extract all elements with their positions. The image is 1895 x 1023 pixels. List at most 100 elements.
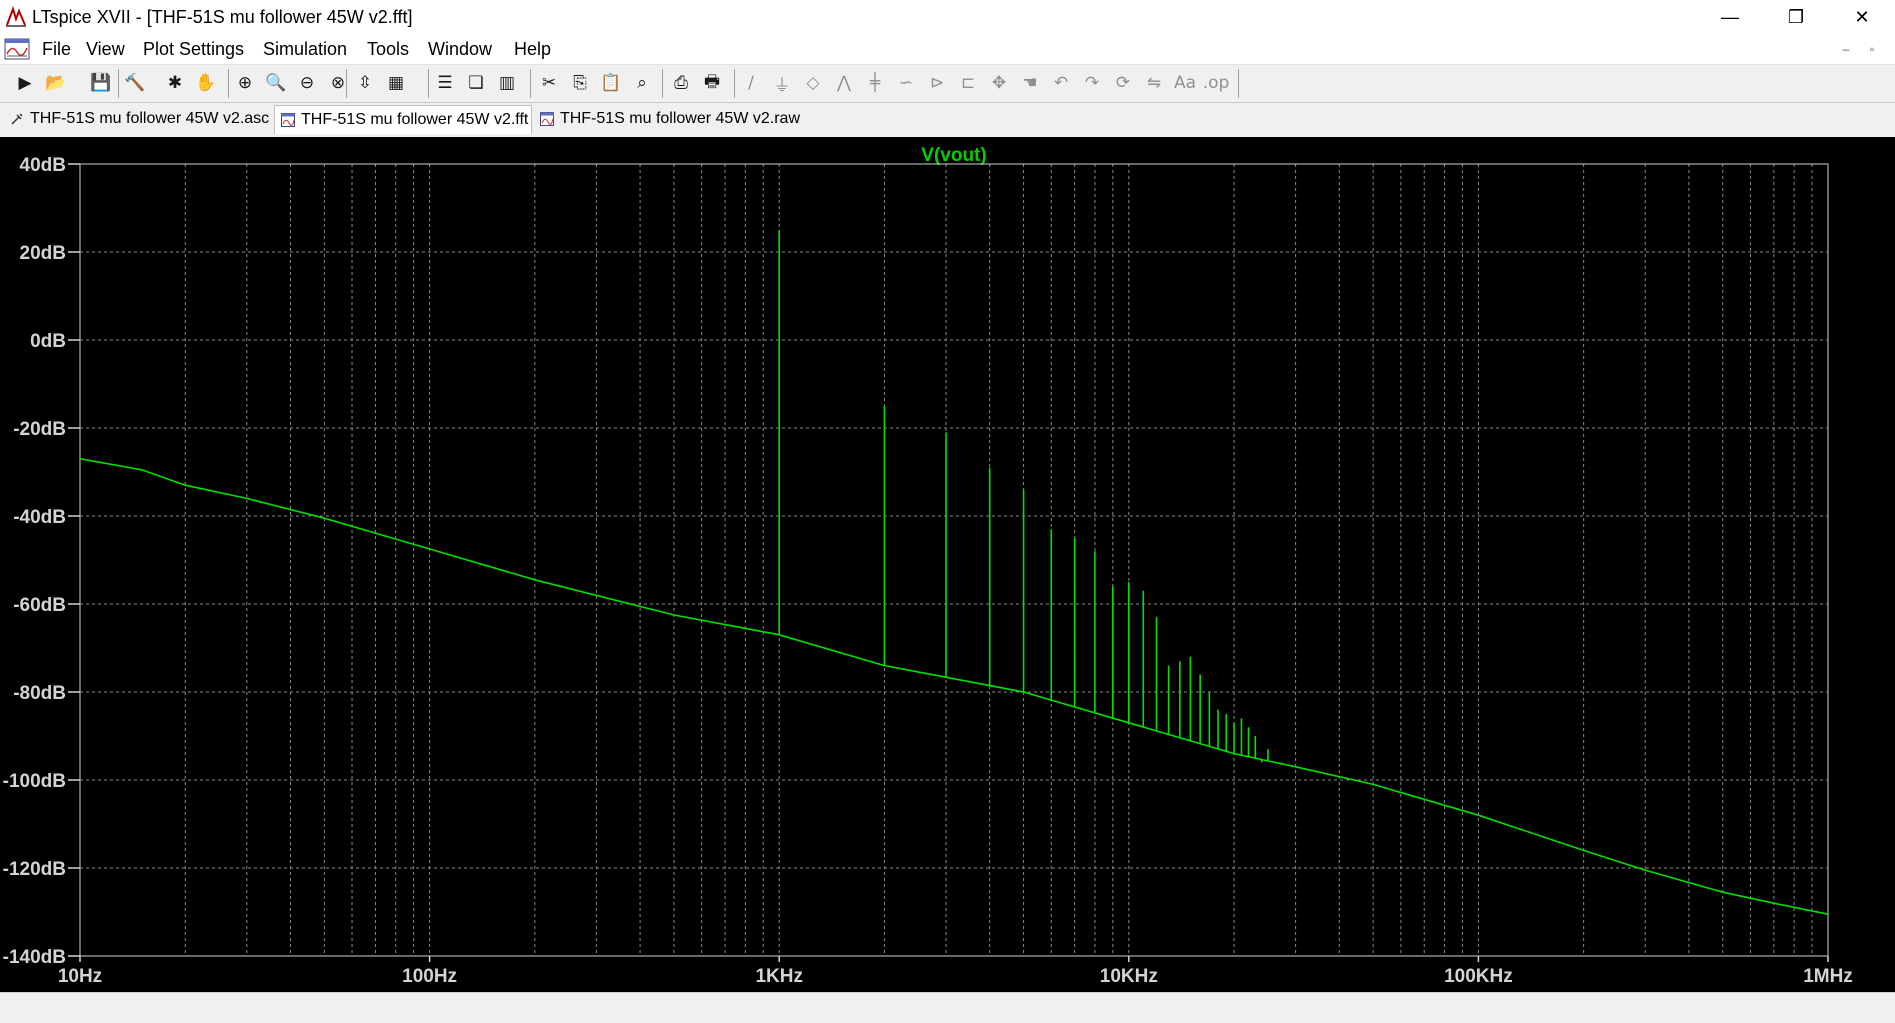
tab-schematic-asc[interactable]: THF-51S mu follower 45W v2.asc [4, 105, 272, 133]
find-button[interactable]: ⌕ [629, 70, 655, 96]
zoom-area-button[interactable]: 🔍 [263, 70, 289, 96]
trace-noise-floor [79, 458, 1829, 915]
toolbar-separator [428, 69, 429, 98]
tab-fft[interactable]: THF-51S mu follower 45W v2.fft [274, 105, 532, 134]
zoom-out-button[interactable]: ⊖ [294, 70, 320, 96]
tile-vertical-button[interactable]: ▥ [494, 70, 520, 96]
toolbar-separator [662, 69, 663, 98]
ground-icon: ⏚ [773, 75, 791, 96]
capacitor-button[interactable]: ╪ [862, 70, 888, 96]
autorange-icon: ⇳ [357, 73, 373, 93]
wire-button[interactable]: ∕ [738, 70, 764, 96]
undo-button[interactable]: ↶ [1048, 70, 1074, 96]
grid [80, 164, 1828, 956]
toolbar-separator [734, 69, 735, 98]
menu-tools[interactable]: Tools [367, 39, 409, 60]
text-button[interactable]: Aa [1172, 70, 1198, 96]
tab-label: THF-51S mu follower 45W v2.raw [559, 110, 800, 127]
pan-button[interactable]: ✋ [193, 70, 219, 96]
minimize-icon: — [1721, 6, 1739, 27]
spice-directive-button[interactable]: .op [1203, 70, 1230, 96]
close-button[interactable]: ✕ [1829, 0, 1895, 34]
redo-icon: ↷ [1084, 73, 1100, 93]
waveform-icon [281, 113, 295, 127]
mdi-minimize-button[interactable]: – [1835, 38, 1857, 60]
minimize-button[interactable]: — [1697, 0, 1763, 34]
resistor-button[interactable]: ⋀ [831, 70, 857, 96]
drag-button[interactable]: ☚ [1017, 70, 1043, 96]
save-icon: 💾 [90, 73, 112, 93]
y-tick-label: 0dB [30, 331, 66, 352]
zoom-out-icon: ⊖ [299, 73, 315, 93]
restore-button[interactable]: ❐ [1763, 0, 1829, 34]
pan-icon: ✋ [195, 73, 217, 93]
run-icon: ▶ [18, 73, 32, 93]
tab-raw[interactable]: THF-51S mu follower 45W v2.raw [534, 105, 800, 133]
schematic-icon [11, 113, 23, 125]
redo-button[interactable]: ↷ [1079, 70, 1105, 96]
grid-icon: ▦ [387, 73, 405, 93]
undo-icon: ↶ [1053, 73, 1069, 93]
trace-label-vout[interactable]: V(vout) [921, 145, 986, 166]
y-tick-label: 20dB [20, 243, 66, 264]
cut-icon: ✂ [541, 73, 557, 93]
window-title: LTspice XVII - [THF-51S mu follower 45W … [32, 7, 413, 27]
document-tab-bar: THF-51S mu follower 45W v2.asc THF-51S m… [0, 103, 1895, 135]
y-tick-label: -80dB [13, 683, 66, 704]
menu-simulation[interactable]: Simulation [263, 39, 347, 60]
tile-horizontal-button[interactable]: ☰ [432, 70, 458, 96]
menu-plot-settings[interactable]: Plot Settings [143, 39, 244, 60]
ground-button[interactable]: ⏚ [769, 70, 795, 96]
run-button[interactable]: ▶ [12, 70, 38, 96]
waveform-document-icon[interactable] [4, 36, 30, 62]
status-bar [0, 992, 1895, 1023]
paste-icon: 📋 [600, 73, 622, 93]
mirror-icon: ⇋ [1146, 73, 1162, 93]
tile-vertical-icon: ▥ [498, 73, 516, 93]
menu-bar: File View Plot Settings Simulation Tools… [0, 34, 1895, 65]
move-button[interactable]: ✥ [986, 70, 1012, 96]
copy-icon: ⎘ [573, 73, 587, 93]
menu-file[interactable]: File [42, 39, 71, 60]
y-tick-label: -60dB [13, 595, 66, 616]
print-setup-icon: 🖶 [703, 71, 721, 92]
trace-v-vout [79, 230, 1829, 915]
label-button[interactable]: ◇ [800, 70, 826, 96]
grid-button[interactable]: ▦ [383, 70, 409, 96]
diode-button[interactable]: ⊳ [924, 70, 950, 96]
toolbar-separator [118, 69, 119, 98]
open-button[interactable]: 📂 [43, 70, 69, 96]
menu-help[interactable]: Help [514, 39, 551, 60]
menu-window[interactable]: Window [428, 39, 492, 60]
fft-chart[interactable]: V(vout) 40dB 20dB 0dB -20dB -40dB -60dB -80dB -… [0, 137, 1895, 992]
toolbar: ▶ 📂 💾 🔨 ✱ ✋ ⊕ 🔍 ⊖ ⊗ ⇳ ▦ ☰ ❏ ▥ ✂ ⎘ 📋 ⌕ ⎙ 🖶 ∕ ⏚ ◇ ⋀ ╪ ∽ ⊳ ⊏ ✥ ☚ ↶ ↷ ⟳ ⇋ Aa .op [0, 65, 1895, 103]
halt-button[interactable]: ✱ [162, 70, 188, 96]
save-button[interactable]: 💾 [88, 70, 114, 96]
y-tick-label: -120dB [3, 859, 66, 880]
waveform-plot-pane[interactable]: V(vout) 40dB 20dB 0dB -20dB -40dB -60dB -80dB -… [0, 137, 1895, 992]
resistor-icon: ⋀ [837, 73, 851, 93]
y-tick-label: 40dB [20, 155, 66, 176]
rotate-button[interactable]: ⟳ [1110, 70, 1136, 96]
halt-icon: ✱ [167, 73, 183, 93]
mdi-restore-button[interactable]: ▫ [1861, 38, 1883, 60]
print-setup-button[interactable]: 🖶 [699, 70, 725, 96]
cascade-button[interactable]: ❏ [463, 70, 489, 96]
x-tick-label: 10KHz [1100, 966, 1158, 987]
mirror-button[interactable]: ⇋ [1141, 70, 1167, 96]
zoom-full-button[interactable]: ⊗ [325, 70, 351, 96]
close-icon: ✕ [1854, 6, 1870, 27]
inductor-icon: ∽ [898, 73, 914, 93]
autorange-button[interactable]: ⇳ [352, 70, 378, 96]
zoom-in-button[interactable]: ⊕ [232, 70, 258, 96]
cut-button[interactable]: ✂ [536, 70, 562, 96]
tab-label: THF-51S mu follower 45W v2.asc [30, 110, 270, 127]
menu-view[interactable]: View [86, 39, 125, 60]
inductor-button[interactable]: ∽ [893, 70, 919, 96]
control-panel-button[interactable]: 🔨 [122, 70, 148, 96]
component-button[interactable]: ⊏ [955, 70, 981, 96]
tile-horizontal-icon: ☰ [437, 73, 453, 93]
paste-button[interactable]: 📋 [598, 70, 624, 96]
copy-button[interactable]: ⎘ [567, 70, 593, 96]
print-button[interactable]: ⎙ [668, 70, 694, 96]
